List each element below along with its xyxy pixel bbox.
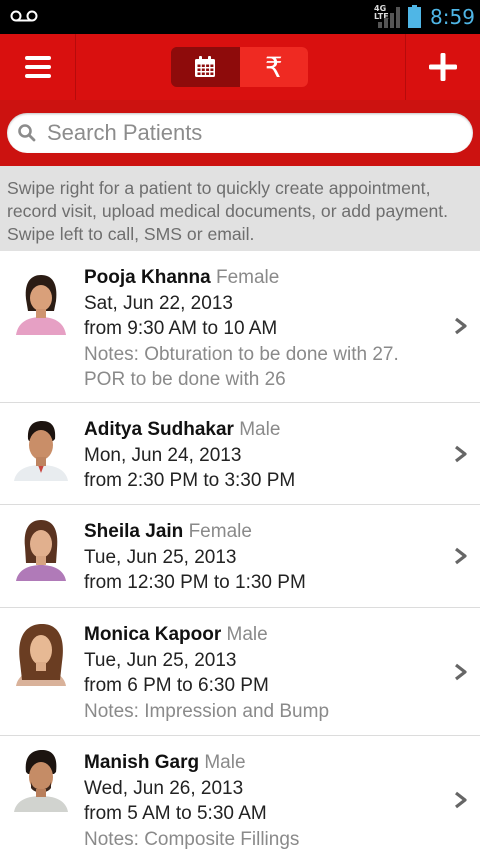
- patient-details: Pooja Khanna Female Sat, Jun 22, 2013 fr…: [84, 265, 434, 393]
- add-patient-button[interactable]: [405, 34, 480, 100]
- battery-icon: [408, 5, 421, 28]
- patient-details: Sheila Jain Female Tue, Jun 25, 2013 fro…: [84, 519, 434, 596]
- patient-details: Aditya Sudhakar Male Mon, Jun 24, 2013 f…: [84, 417, 434, 494]
- patient-avatar: [12, 271, 70, 335]
- search-field-container[interactable]: [7, 113, 473, 153]
- patient-avatar: [12, 517, 70, 581]
- appointment-date: Mon, Jun 24, 2013: [84, 444, 242, 466]
- calendar-view-tab[interactable]: [171, 47, 240, 87]
- patient-name: Manish Garg: [84, 752, 200, 773]
- swipe-hint-text: Swipe right for a patient to quickly cre…: [0, 166, 480, 251]
- patient-row[interactable]: Manish Garg Male Wed, Jun 26, 2013 from …: [0, 736, 480, 853]
- chevron-right-icon: [455, 791, 467, 809]
- appointment-notes: Notes: Obturation to be done with 27.: [84, 343, 399, 365]
- menu-button[interactable]: [0, 34, 76, 100]
- patient-gender: Male: [226, 624, 268, 645]
- chevron-right-icon: [455, 663, 467, 681]
- status-clock: 8:59: [430, 5, 475, 29]
- plus-icon: [429, 53, 457, 81]
- chevron-right-icon: [455, 547, 467, 565]
- patient-avatar: [12, 622, 70, 686]
- patient-row[interactable]: Sheila Jain Female Tue, Jun 25, 2013 fro…: [0, 505, 480, 608]
- view-toggle: ₹: [171, 47, 308, 87]
- appointment-time: from 5 AM to 5:30 AM: [84, 803, 267, 824]
- search-icon: [18, 124, 36, 142]
- appointment-date: Tue, Jun 25, 2013: [84, 649, 237, 671]
- appointment-time: from 6 PM to 6:30 PM: [84, 675, 269, 696]
- patient-gender: Female: [188, 521, 252, 542]
- patient-details: Manish Garg Male Wed, Jun 26, 2013 from …: [84, 750, 434, 852]
- signal-strength-icon: [378, 7, 400, 28]
- patient-gender: Male: [239, 419, 281, 440]
- patient-gender: Female: [215, 267, 280, 288]
- appointment-time: from 12:30 PM to 1:30 PM: [84, 572, 306, 593]
- patient-details: Monica Kapoor Male Tue, Jun 25, 2013 fro…: [84, 622, 434, 724]
- patient-row[interactable]: Pooja Khanna Female Sat, Jun 22, 2013 fr…: [0, 251, 480, 403]
- calendar-icon: [195, 56, 216, 77]
- patient-list: Pooja Khanna Female Sat, Jun 22, 2013 fr…: [0, 251, 480, 853]
- patient-name: Sheila Jain: [84, 521, 184, 542]
- rupee-icon: ₹: [264, 50, 283, 84]
- appointment-date: Tue, Jun 25, 2013: [84, 546, 237, 568]
- voicemail-icon: [10, 10, 38, 22]
- patient-row[interactable]: Aditya Sudhakar Male Mon, Jun 24, 2013 f…: [0, 403, 480, 505]
- appointment-date: Sat, Jun 22, 2013: [84, 292, 233, 314]
- patient-name: Monica Kapoor: [84, 624, 222, 645]
- appointment-time: from 9:30 AM to 10 AM: [84, 318, 278, 339]
- payment-view-tab[interactable]: ₹: [239, 47, 308, 87]
- patient-avatar: [12, 748, 70, 812]
- hamburger-menu-icon: [24, 56, 51, 78]
- patient-name: Pooja Khanna: [84, 267, 211, 288]
- appointment-time: from 2:30 PM to 3:30 PM: [84, 470, 296, 491]
- search-bar: [0, 100, 480, 166]
- appointment-notes: Notes: Composite Fillings: [84, 828, 300, 850]
- appointment-notes: Notes: Impression and Bump: [84, 700, 330, 722]
- status-bar: 4G LTE 8:59: [0, 0, 480, 34]
- chevron-right-icon: [455, 445, 467, 463]
- chevron-right-icon: [455, 317, 467, 335]
- appointment-notes: POR to be done with 26: [84, 369, 286, 390]
- search-input[interactable]: [47, 113, 457, 153]
- patient-avatar: [12, 417, 70, 481]
- action-bar: ₹: [0, 34, 480, 100]
- patient-gender: Male: [204, 752, 246, 773]
- patient-name: Aditya Sudhakar: [84, 419, 234, 440]
- patient-row[interactable]: Monica Kapoor Male Tue, Jun 25, 2013 fro…: [0, 608, 480, 736]
- appointment-date: Wed, Jun 26, 2013: [84, 777, 244, 799]
